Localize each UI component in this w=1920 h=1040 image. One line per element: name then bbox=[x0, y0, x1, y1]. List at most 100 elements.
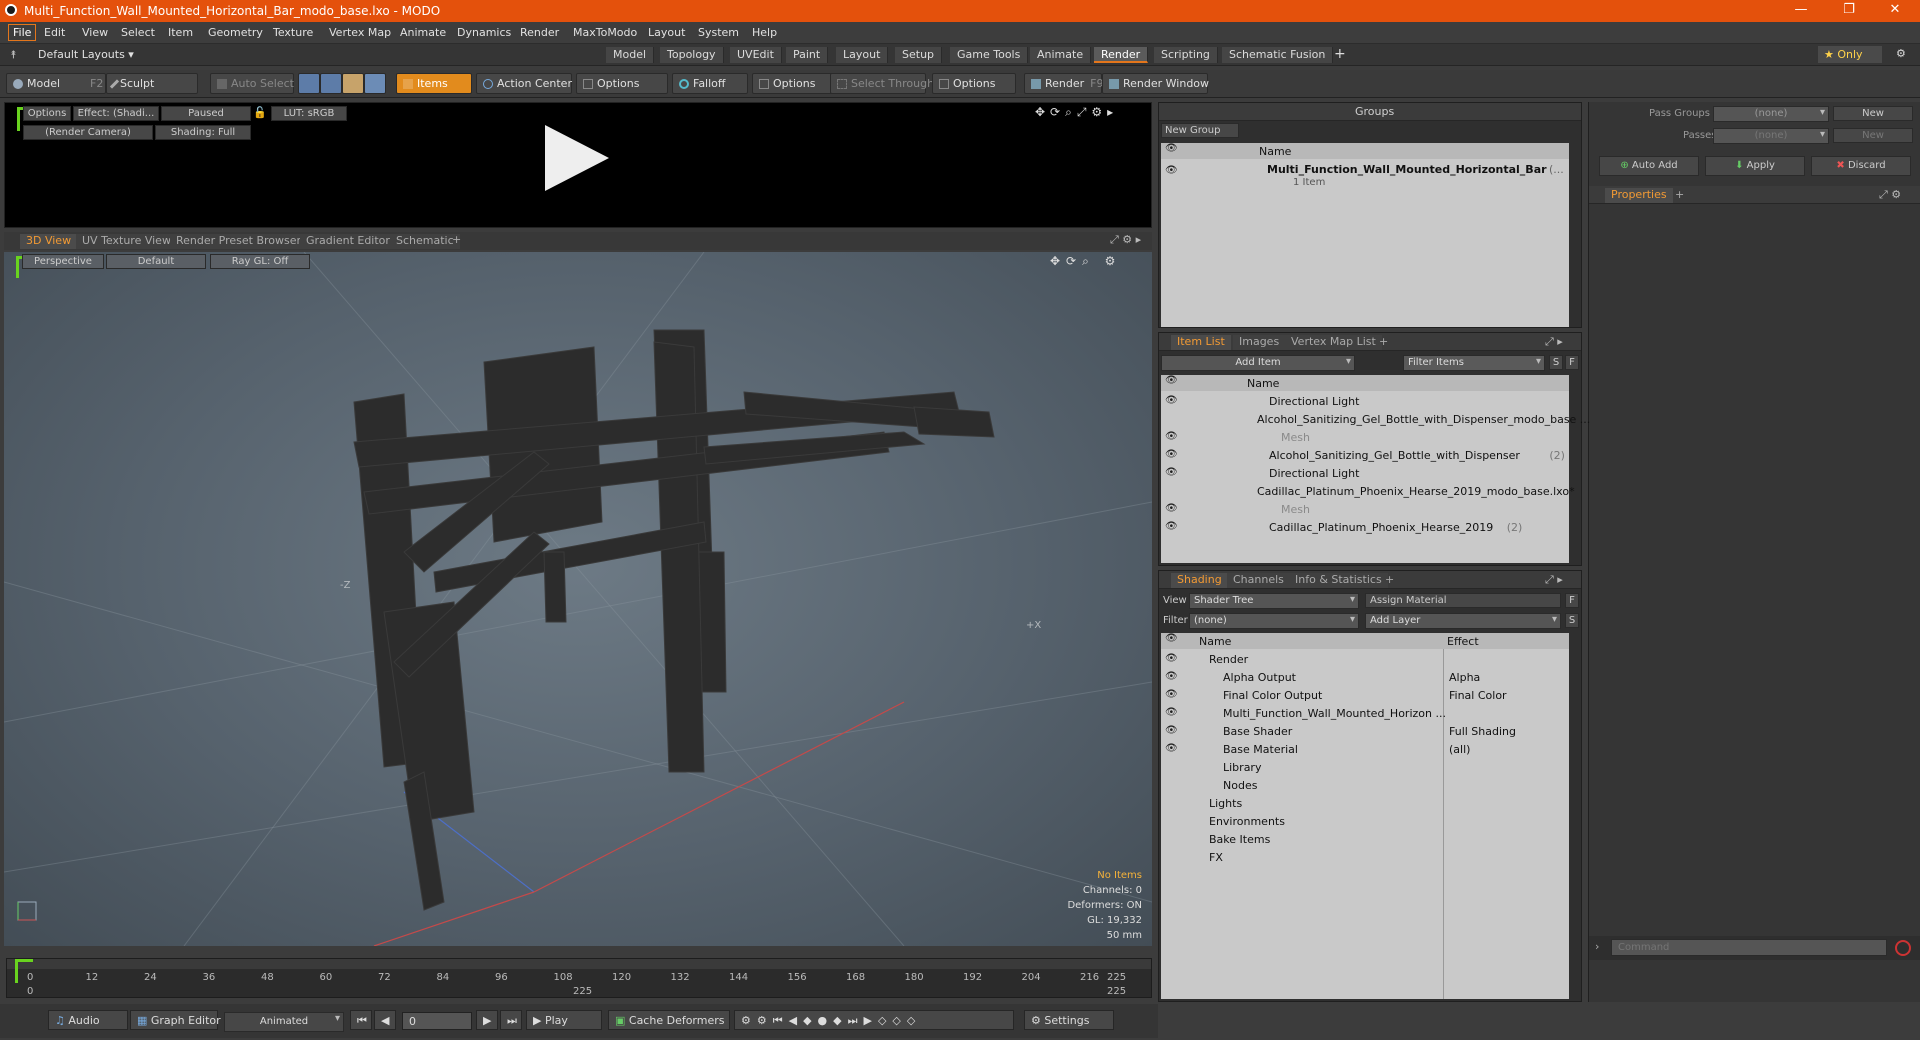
command-input[interactable] bbox=[1611, 939, 1887, 956]
shading-f-button[interactable]: F bbox=[1565, 593, 1579, 608]
audio-button[interactable]: ♫ Audio bbox=[48, 1010, 128, 1030]
menu-geometry[interactable]: Geometry bbox=[208, 26, 263, 39]
default-style-dropdown[interactable]: Default bbox=[106, 254, 206, 269]
tab-model[interactable]: Model bbox=[606, 47, 655, 63]
lock-icon[interactable]: 🔓 bbox=[253, 106, 267, 119]
menu-view[interactable]: View bbox=[82, 26, 108, 39]
add-tab-button[interactable]: + bbox=[1334, 46, 1346, 62]
tab-paint[interactable]: Paint bbox=[786, 47, 829, 63]
preview-view-controls[interactable]: ✥⟳⌕⤢⚙▸ bbox=[1035, 105, 1118, 120]
menu-edit[interactable]: Edit bbox=[44, 26, 65, 39]
eye-icon[interactable]: 👁 bbox=[1165, 165, 1178, 176]
menu-select[interactable]: Select bbox=[121, 26, 155, 39]
new-pass-group-button[interactable]: New bbox=[1833, 106, 1913, 121]
shader-tree-row[interactable]: Nodes bbox=[1161, 777, 1569, 795]
apply-button[interactable]: ⬇ Apply bbox=[1705, 156, 1805, 176]
paused-toggle[interactable]: Paused bbox=[161, 106, 251, 121]
menu-item[interactable]: Item bbox=[168, 26, 193, 39]
passes-dropdown[interactable]: (none) bbox=[1713, 128, 1829, 144]
gear-icon[interactable]: ⚙ bbox=[1896, 47, 1906, 60]
animated-dropdown[interactable]: Animated bbox=[224, 1012, 344, 1032]
eye-icon[interactable]: 👁 bbox=[1165, 725, 1178, 736]
minimize-button[interactable]: — bbox=[1786, 2, 1816, 20]
falloff-button[interactable]: Falloff bbox=[672, 73, 748, 94]
item-list-settings-icon[interactable]: ⤢ ▸ bbox=[1545, 335, 1563, 349]
tab-images[interactable]: Images bbox=[1233, 335, 1286, 350]
shader-tree-row[interactable]: Bake Items bbox=[1161, 831, 1569, 849]
shading-settings-icon[interactable]: ⤢ ▸ bbox=[1545, 573, 1563, 587]
polygons-mode-button[interactable] bbox=[342, 73, 364, 94]
edges-mode-button[interactable] bbox=[320, 73, 342, 94]
add-layer-dropdown[interactable]: Add Layer bbox=[1365, 613, 1561, 629]
collapse-icon[interactable]: ⯭ bbox=[10, 48, 17, 62]
properties-settings-icon[interactable]: ⤢ ⚙ bbox=[1879, 188, 1901, 202]
tab-animate[interactable]: Animate bbox=[1030, 47, 1092, 63]
shading-dropdown[interactable]: Shading: Full bbox=[155, 125, 251, 140]
vertices-mode-button[interactable] bbox=[298, 73, 320, 94]
shader-tree-row[interactable]: 👁 Base Shader Full Shading bbox=[1161, 723, 1569, 741]
item-list-row[interactable]: 👁 Cadillac_Platinum_Phoenix_Hearse_2019 (2… bbox=[1161, 519, 1569, 537]
add-list-tab-button[interactable]: + bbox=[1379, 335, 1388, 348]
new-group-button[interactable]: New Group bbox=[1161, 123, 1239, 138]
tab-render[interactable]: Render bbox=[1094, 47, 1149, 63]
prev-frame-button[interactable]: ◀ bbox=[374, 1010, 396, 1030]
tab-render-preset-browser[interactable]: Render Preset Browser bbox=[170, 234, 308, 249]
tab-scripting[interactable]: Scripting bbox=[1154, 47, 1218, 63]
shader-tree-row[interactable]: 👁 Final Color Output Final Color bbox=[1161, 687, 1569, 705]
add-shading-tab-button[interactable]: + bbox=[1385, 573, 1394, 586]
render-button[interactable]: Render F9 bbox=[1024, 73, 1104, 94]
items-mode-button[interactable]: Items bbox=[396, 73, 472, 94]
shader-tree-row-effect[interactable]: Full Shading bbox=[1449, 725, 1516, 738]
add-viewport-tab-button[interactable]: + bbox=[452, 233, 461, 246]
action-center-button[interactable]: Action Center bbox=[476, 73, 572, 94]
shader-tree-row[interactable]: 👁 Multi_Function_Wall_Mounted_Horizon ... bbox=[1161, 705, 1569, 723]
assign-material-button[interactable]: Assign Material bbox=[1365, 593, 1561, 608]
item-list-row[interactable]: Cadillac_Platinum_Phoenix_Hearse_2019_mo… bbox=[1161, 483, 1575, 501]
select-through-button[interactable]: Select Through bbox=[830, 73, 934, 94]
tab-info-statistics[interactable]: Info & Statistics bbox=[1289, 573, 1388, 588]
menu-layout[interactable]: Layout bbox=[648, 26, 685, 39]
discard-button[interactable]: ✖ Discard bbox=[1811, 156, 1911, 176]
menu-vertex-map[interactable]: Vertex Map bbox=[329, 26, 391, 39]
effect-dropdown[interactable]: Effect: (Shadi... bbox=[73, 106, 159, 121]
falloff-options-button[interactable]: Options bbox=[752, 73, 832, 94]
shader-tree-row[interactable]: Library bbox=[1161, 759, 1569, 777]
shader-tree-row-effect[interactable]: Alpha bbox=[1449, 671, 1480, 684]
action-center-options-button[interactable]: Options bbox=[576, 73, 668, 94]
timeline[interactable]: 0 12 24 36 48 60 72 84 96 108 120 132 144 156 168 180 19… bbox=[6, 958, 1152, 998]
close-button[interactable]: ✕ bbox=[1880, 2, 1910, 20]
maximize-button[interactable]: ❐ bbox=[1834, 2, 1864, 20]
eye-icon[interactable]: 👁 bbox=[1165, 431, 1178, 442]
materials-mode-button[interactable] bbox=[364, 73, 386, 94]
tab-shading[interactable]: Shading bbox=[1171, 573, 1228, 588]
tab-layout[interactable]: Layout bbox=[836, 47, 889, 63]
eye-icon[interactable]: 👁 bbox=[1165, 503, 1178, 514]
menu-animate[interactable]: Animate bbox=[400, 26, 446, 39]
cache-deformers-button[interactable]: ▣ Cache Deformers bbox=[608, 1010, 730, 1030]
frame-input[interactable]: 0 bbox=[402, 1012, 472, 1030]
lut-dropdown[interactable]: LUT: sRGB bbox=[271, 106, 347, 121]
tab-uv-texture-view[interactable]: UV Texture View bbox=[76, 234, 177, 249]
tab-setup[interactable]: Setup bbox=[895, 47, 943, 63]
add-properties-tab-button[interactable]: + bbox=[1675, 188, 1684, 201]
shader-tree-dropdown[interactable]: Shader Tree bbox=[1189, 593, 1359, 609]
next-frame-button[interactable]: ▶ bbox=[476, 1010, 498, 1030]
camera-dropdown[interactable]: (Render Camera) bbox=[23, 125, 153, 140]
viewport-maximize-icon[interactable]: ⤢ ⚙ ▸ bbox=[1110, 233, 1141, 247]
layout-preset-dropdown[interactable]: Default Layouts ▾ bbox=[38, 48, 134, 61]
shader-tree-row[interactable]: 👁 Base Material (all) bbox=[1161, 741, 1569, 759]
eye-icon[interactable]: 👁 bbox=[1165, 467, 1178, 478]
item-list-row[interactable]: Alcohol_Sanitizing_Gel_Bottle_with_Dispe… bbox=[1161, 411, 1590, 429]
shading-s-button[interactable]: S bbox=[1565, 613, 1579, 628]
eye-icon[interactable]: 👁 bbox=[1165, 689, 1178, 700]
tab-3d-view[interactable]: 3D View bbox=[20, 234, 78, 249]
filter-items-input[interactable]: Filter Items bbox=[1403, 355, 1545, 371]
perspective-dropdown[interactable]: Perspective bbox=[22, 254, 104, 269]
shading-filter-dropdown[interactable]: (none) bbox=[1189, 613, 1359, 629]
eye-icon[interactable]: 👁 bbox=[1165, 449, 1178, 460]
graph-editor-button[interactable]: ▦ Graph Editor bbox=[130, 1010, 221, 1030]
item-list-row[interactable]: 👁 Directional Light bbox=[1161, 465, 1569, 483]
add-item-dropdown[interactable]: Add Item bbox=[1161, 355, 1355, 371]
auto-select-button[interactable]: Auto Select bbox=[210, 73, 294, 94]
raygl-toggle[interactable]: Ray GL: Off bbox=[210, 254, 310, 269]
